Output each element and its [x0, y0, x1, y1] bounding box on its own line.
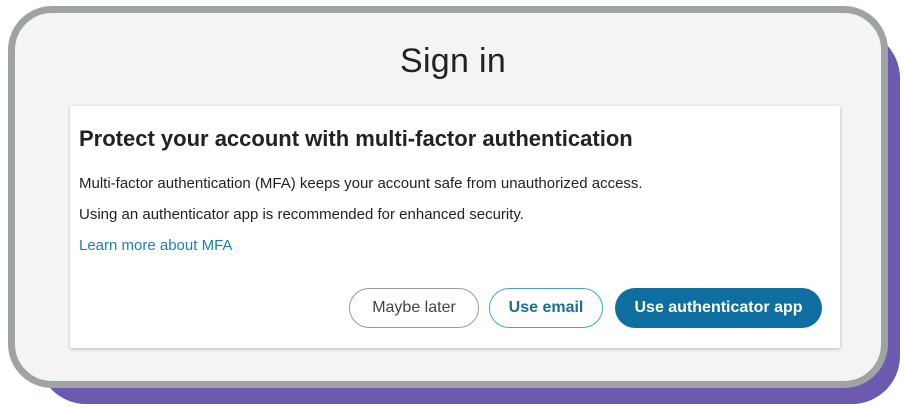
mfa-card: Protect your account with multi-factor a…	[70, 106, 840, 348]
mfa-recommendation: Using an authenticator app is recommende…	[79, 206, 524, 223]
use-authenticator-app-button[interactable]: Use authenticator app	[615, 288, 822, 328]
learn-more-mfa-link[interactable]: Learn more about MFA	[79, 237, 232, 254]
page-title: Sign in	[399, 42, 507, 80]
stage: Sign in Protect your account with multi-…	[0, 0, 906, 407]
card-heading: Protect your account with multi-factor a…	[79, 126, 633, 151]
maybe-later-button[interactable]: Maybe later	[349, 288, 479, 328]
use-email-button[interactable]: Use email	[489, 288, 603, 328]
mfa-description: Multi-factor authentication (MFA) keeps …	[79, 175, 643, 192]
